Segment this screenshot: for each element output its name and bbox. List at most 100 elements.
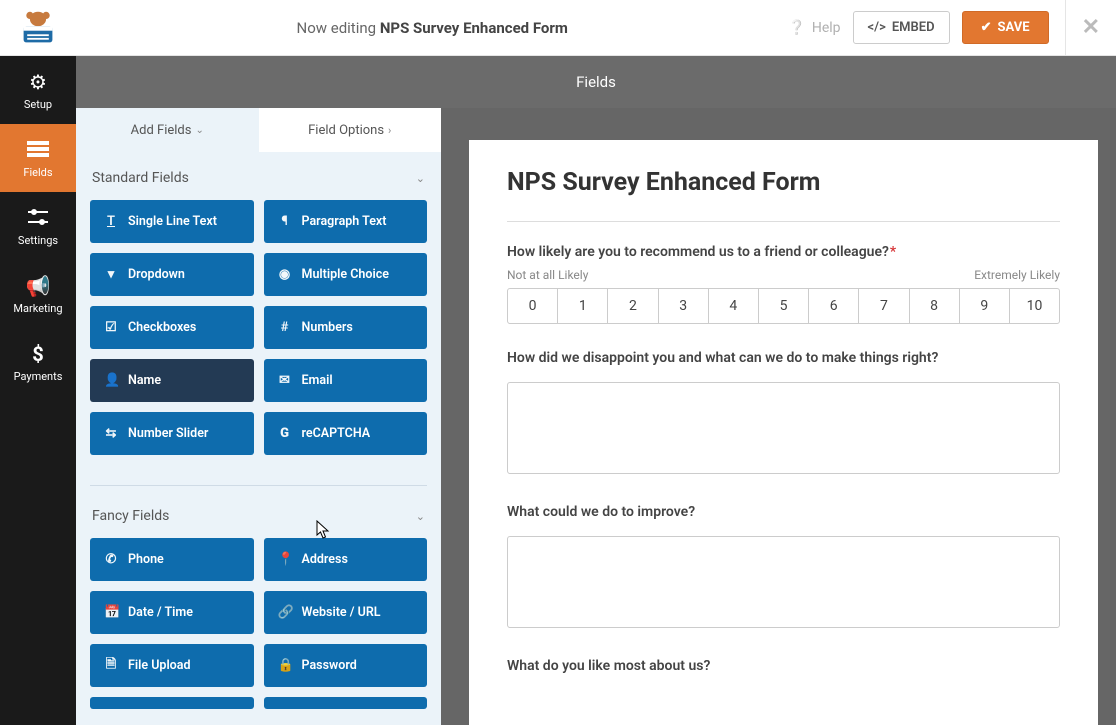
field-label: Address bbox=[302, 552, 348, 567]
scale-0[interactable]: 0 bbox=[508, 289, 558, 323]
close-button[interactable]: ✕ bbox=[1065, 0, 1116, 56]
divider bbox=[90, 485, 427, 486]
tab-field-options-label: Field Options bbox=[308, 123, 384, 138]
list-icon bbox=[27, 138, 49, 162]
scale-5[interactable]: 5 bbox=[759, 289, 809, 323]
field-number-slider[interactable]: ⇆Number Slider bbox=[90, 412, 254, 455]
question-3: What could we do to improve? bbox=[507, 504, 1060, 520]
google-icon: G bbox=[278, 426, 292, 441]
app-logo bbox=[0, 10, 76, 46]
question-2: How did we disappoint you and what can w… bbox=[507, 350, 1060, 366]
question-1-text: How likely are you to recommend us to a … bbox=[507, 244, 889, 260]
scale-7[interactable]: 7 bbox=[859, 289, 909, 323]
scale-6[interactable]: 6 bbox=[809, 289, 859, 323]
section-fancy-fields[interactable]: Fancy Fields ⌄ bbox=[90, 490, 427, 538]
save-label: SAVE bbox=[998, 20, 1030, 35]
nav-payments-label: Payments bbox=[14, 370, 63, 383]
scale-labels: Not at all Likely Extremely Likely bbox=[507, 268, 1060, 282]
nps-scale: 0 1 2 3 4 5 6 7 8 9 10 bbox=[507, 288, 1060, 324]
tab-add-fields[interactable]: Add Fields ⌄ bbox=[76, 108, 259, 152]
answer-2-textarea[interactable] bbox=[507, 382, 1060, 474]
scale-8[interactable]: 8 bbox=[910, 289, 960, 323]
editing-prefix: Now editing bbox=[297, 19, 377, 37]
answer-3-textarea[interactable] bbox=[507, 536, 1060, 628]
field-date-time[interactable]: 📅Date / Time bbox=[90, 591, 254, 634]
paragraph-icon: ¶ bbox=[278, 214, 292, 229]
field-website-url[interactable]: 🔗Website / URL bbox=[264, 591, 428, 634]
field-label: Dropdown bbox=[128, 267, 185, 282]
tab-add-fields-label: Add Fields bbox=[131, 123, 192, 138]
nav-setup[interactable]: ⚙ Setup bbox=[0, 56, 76, 124]
section-standard-fields[interactable]: Standard Fields ⌄ bbox=[90, 152, 427, 200]
scale-10[interactable]: 10 bbox=[1010, 289, 1059, 323]
preview-title: NPS Survey Enhanced Form bbox=[507, 168, 1060, 197]
nav-marketing[interactable]: 📢 Marketing bbox=[0, 260, 76, 328]
slider-icon: ⇆ bbox=[104, 426, 118, 441]
help-label: Help bbox=[812, 20, 841, 36]
scale-4[interactable]: 4 bbox=[709, 289, 759, 323]
form-preview[interactable]: NPS Survey Enhanced Form How likely are … bbox=[469, 140, 1098, 725]
fields-header: Fields bbox=[76, 56, 1116, 108]
panel-body[interactable]: Standard Fields ⌄ T Single Line Text ¶Par… bbox=[76, 152, 441, 725]
field-label: Checkboxes bbox=[128, 320, 196, 335]
field-paragraph-text[interactable]: ¶Paragraph Text bbox=[264, 200, 428, 243]
nav-settings[interactable]: Settings bbox=[0, 192, 76, 260]
field-checkboxes[interactable]: ☑ Checkboxes bbox=[90, 306, 254, 349]
field-label: Password bbox=[302, 658, 357, 673]
save-button[interactable]: ✔ SAVE bbox=[962, 11, 1049, 44]
field-address[interactable]: 📍 Address bbox=[264, 538, 428, 581]
scale-2[interactable]: 2 bbox=[608, 289, 658, 323]
nav-fields[interactable]: Fields bbox=[0, 124, 76, 192]
field-numbers[interactable]: #Numbers bbox=[264, 306, 428, 349]
top-bar: Now editing NPS Survey Enhanced Form ❔ H… bbox=[0, 0, 1116, 56]
sidebar-nav: ⚙ Setup Fields Settings 📢 Marketing $ Pa… bbox=[0, 56, 76, 725]
editing-title: Now editing NPS Survey Enhanced Form bbox=[76, 19, 788, 37]
hash-icon: # bbox=[278, 320, 292, 335]
field-email[interactable]: ✉ Email bbox=[264, 359, 428, 402]
radio-icon: ◉ bbox=[278, 267, 292, 282]
nav-marketing-label: Marketing bbox=[13, 302, 62, 315]
question-1: How likely are you to recommend us to a … bbox=[507, 244, 1060, 260]
field-label: Email bbox=[302, 373, 333, 388]
nav-fields-label: Fields bbox=[23, 166, 52, 179]
text-icon: T bbox=[104, 214, 118, 229]
field-password[interactable]: 🔒 Password bbox=[264, 644, 428, 687]
field-label: Single Line Text bbox=[128, 214, 217, 229]
field-name[interactable]: 👤Name bbox=[90, 359, 254, 402]
field-partial[interactable] bbox=[90, 697, 254, 709]
field-partial[interactable] bbox=[264, 697, 428, 709]
scale-1[interactable]: 1 bbox=[558, 289, 608, 323]
field-label: File Upload bbox=[128, 658, 191, 673]
help-icon: ❔ bbox=[788, 20, 805, 36]
nav-setup-label: Setup bbox=[24, 98, 52, 111]
field-phone[interactable]: ✆ Phone bbox=[90, 538, 254, 581]
field-single-line-text[interactable]: T Single Line Text bbox=[90, 200, 254, 243]
field-recaptcha[interactable]: GreCAPTCHA bbox=[264, 412, 428, 455]
chevron-right-icon: › bbox=[388, 124, 391, 137]
lock-icon: 🔒 bbox=[278, 658, 292, 673]
envelope-icon: ✉ bbox=[278, 373, 292, 388]
field-multiple-choice[interactable]: ◉Multiple Choice bbox=[264, 253, 428, 296]
divider bbox=[507, 221, 1060, 222]
field-label: Website / URL bbox=[302, 605, 381, 620]
field-label: Phone bbox=[128, 552, 164, 567]
tab-field-options[interactable]: Field Options › bbox=[259, 108, 442, 152]
fancy-fields-title: Fancy Fields bbox=[92, 508, 169, 524]
field-dropdown[interactable]: ▾Dropdown bbox=[90, 253, 254, 296]
field-file-upload[interactable]: 🗎File Upload bbox=[90, 644, 254, 687]
checkbox-icon: ☑ bbox=[104, 320, 118, 335]
scale-9[interactable]: 9 bbox=[960, 289, 1010, 323]
embed-button[interactable]: </> EMBED bbox=[853, 11, 950, 44]
chevron-down-icon: ⌄ bbox=[416, 172, 425, 185]
scale-3[interactable]: 3 bbox=[659, 289, 709, 323]
bullhorn-icon: 📢 bbox=[26, 274, 51, 298]
embed-label: EMBED bbox=[892, 20, 935, 35]
preview-area: NPS Survey Enhanced Form How likely are … bbox=[441, 108, 1116, 725]
pin-icon: 📍 bbox=[278, 552, 292, 567]
code-icon: </> bbox=[868, 20, 886, 35]
help-link[interactable]: ❔ Help bbox=[788, 20, 840, 36]
nav-payments[interactable]: $ Payments bbox=[0, 328, 76, 396]
gear-icon: ⚙ bbox=[29, 70, 47, 94]
phone-icon: ✆ bbox=[104, 552, 118, 567]
panel-tabs: Add Fields ⌄ Field Options › bbox=[76, 108, 441, 152]
